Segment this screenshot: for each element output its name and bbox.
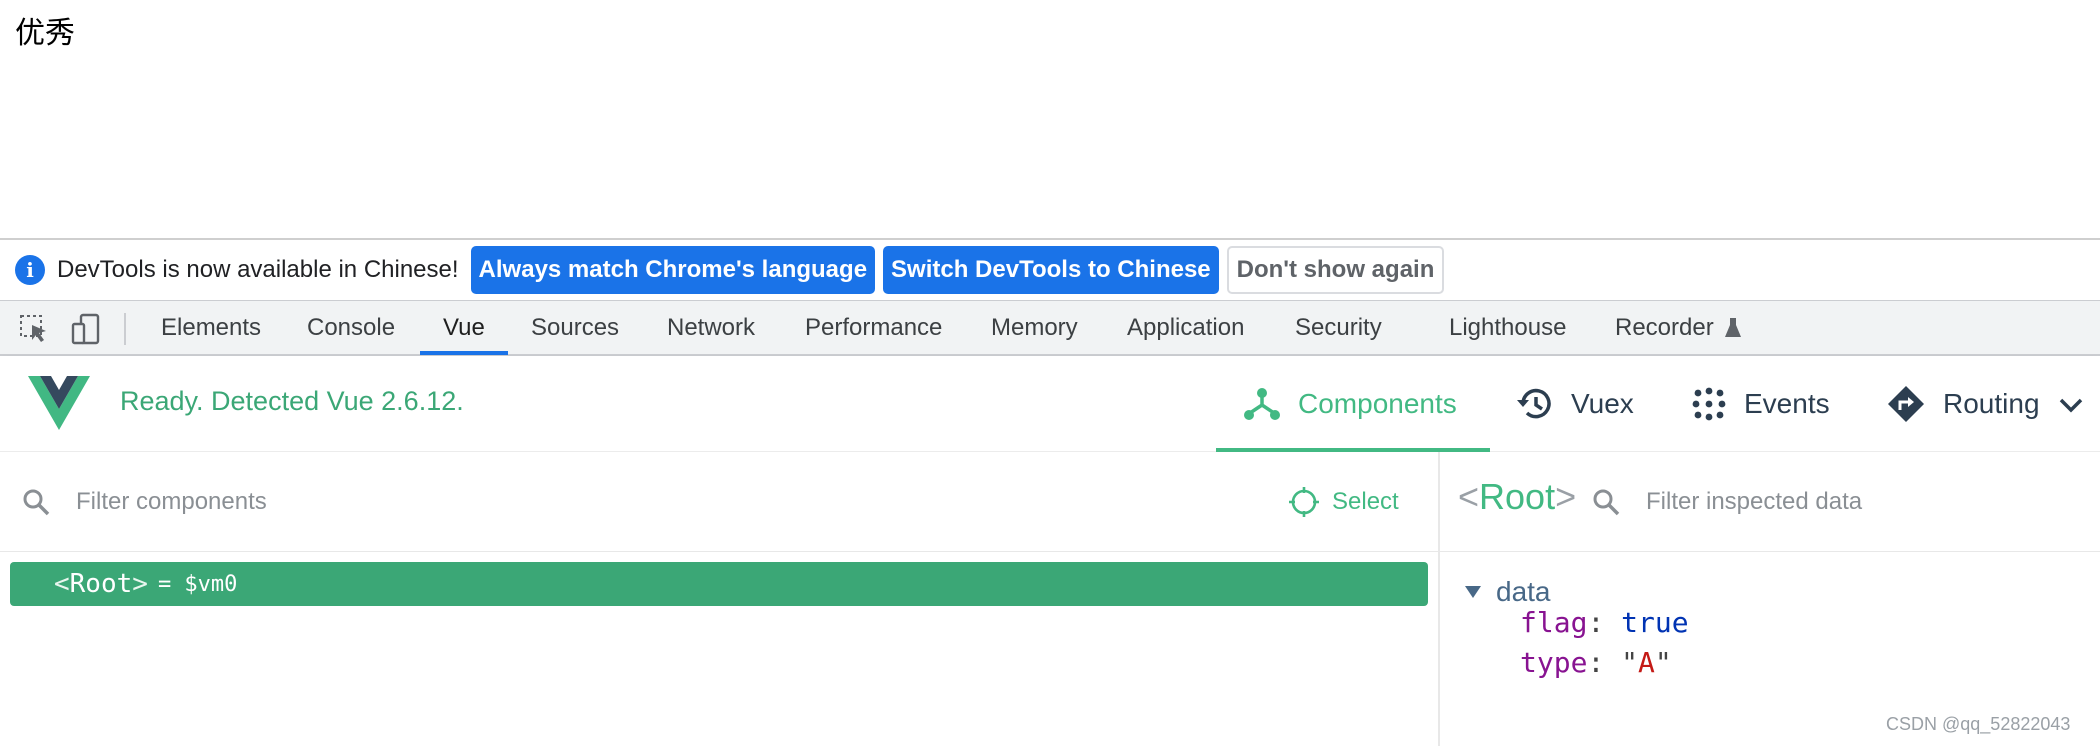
chevron-down-icon[interactable] [2058,392,2084,418]
dont-show-again-button[interactable]: Don't show again [1226,246,1445,294]
nav-components-label: Components [1298,388,1457,419]
toolbar-separator [124,313,126,345]
nav-components[interactable]: Components [1244,356,1457,452]
inspector-root-name: Root [1479,476,1556,517]
filter-inspected-data-input[interactable] [1646,478,2066,526]
prop-key: type [1520,646,1588,679]
info-icon: i [15,255,45,285]
search-icon [1593,489,1620,516]
data-prop-row[interactable]: type: "A" [1520,646,1672,679]
tab-console[interactable]: Console [307,301,395,355]
triangle-down-icon [1465,586,1481,598]
prop-key: flag [1520,606,1588,639]
root-vm-ref: = $vm0 [157,571,238,597]
page-text: 优秀 [15,16,75,51]
select-component-button[interactable]: Select [1288,482,1399,522]
root-open-bracket: < [54,569,70,599]
root-close-bracket: > [132,569,148,599]
active-tab-indicator [420,351,508,355]
inspector-open-bracket: < [1458,476,1480,517]
crosshair-icon [1289,487,1319,517]
history-icon [1517,388,1551,419]
nav-vuex[interactable]: Vuex [1515,356,1634,452]
inspector-close-bracket: > [1555,476,1577,517]
tab-performance[interactable]: Performance [805,301,942,355]
data-section-label: data [1496,576,1551,607]
inspector-panel: <Root> data flag: true type: "A" [1440,452,2100,746]
tab-elements[interactable]: Elements [161,301,261,355]
data-prop-row[interactable]: flag: true [1520,606,1689,639]
nav-routing[interactable]: Routing [1887,356,2040,452]
inspected-component-name: <Root> [1458,476,1576,518]
inspector-header: <Root> [1440,452,2100,552]
root-component-name: Root [69,569,133,599]
device-toolbar-icon[interactable] [70,313,102,345]
inspect-element-icon[interactable] [18,313,50,345]
nav-events-label: Events [1744,388,1830,419]
filter-components-input[interactable] [76,478,776,526]
switch-to-chinese-button[interactable]: Switch DevTools to Chinese [883,246,1219,294]
nav-vuex-label: Vuex [1571,388,1634,419]
infobar-message: DevTools is now available in Chinese! [57,256,459,283]
devtools-tab-bar: Elements Console Vue Sources Network Per… [0,300,2100,356]
component-tree-root[interactable]: < Root > = $vm0 [10,562,1428,606]
events-icon [1692,387,1726,421]
select-label: Select [1332,488,1399,515]
watermark: CSDN @qq_52822043 [1886,714,2071,734]
tab-network[interactable]: Network [667,301,755,355]
tab-memory[interactable]: Memory [991,301,1078,355]
routing-icon [1888,386,1924,422]
tab-vue[interactable]: Vue [443,301,485,355]
nav-events[interactable]: Events [1692,356,1830,452]
tab-recorder-label: Recorder [1615,314,1714,341]
vue-logo-icon [28,376,90,430]
tab-lighthouse[interactable]: Lighthouse [1449,301,1566,355]
vue-status: Ready. Detected Vue 2.6.12. [120,386,464,416]
tab-security[interactable]: Security [1295,301,1382,355]
devtools-language-infobar: i DevTools is now available in Chinese! … [0,238,2100,300]
tab-application[interactable]: Application [1127,301,1244,355]
page-content: 优秀 [0,0,2100,238]
tab-sources[interactable]: Sources [531,301,619,355]
tab-recorder[interactable]: Recorder [1615,301,1742,355]
search-icon [23,489,50,516]
data-section-toggle[interactable]: data [1464,576,1551,608]
components-icon [1244,388,1280,420]
prop-value: true [1621,606,1689,639]
vue-devtools-header: Ready. Detected Vue 2.6.12. Components V… [0,356,2100,452]
always-match-language-button[interactable]: Always match Chrome's language [470,246,876,294]
experiment-flask-icon [1724,318,1741,337]
prop-value: A [1638,646,1655,679]
components-panel: Select <Root> = $vm0 [0,452,1438,746]
nav-routing-label: Routing [1943,388,2040,419]
components-filter-bar: Select [0,452,1438,552]
